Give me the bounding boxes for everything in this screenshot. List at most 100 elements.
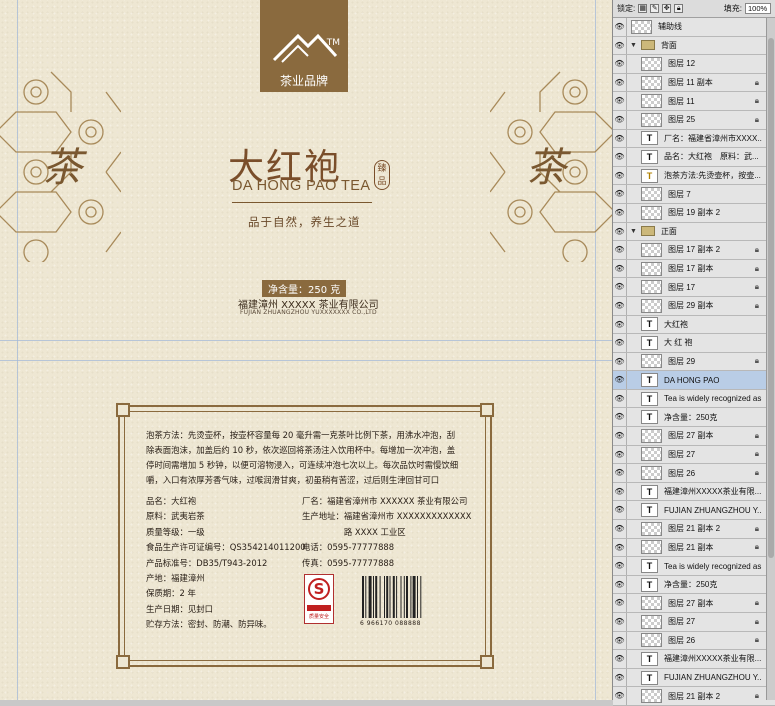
layer-row[interactable]: 👁︎ 图层 17 副本 2 🔒︎ [613, 241, 775, 260]
layer-row[interactable]: 👁︎ 图层 29 🔒︎ [613, 352, 775, 372]
layer-row[interactable]: 👁︎ 图层 26 🔒︎ [613, 464, 775, 483]
expand-arrow-icon[interactable]: ▼ [630, 42, 637, 49]
eye-icon[interactable]: 👁︎ [613, 445, 627, 464]
lock-pixels-icon[interactable]: ✎ [650, 4, 660, 13]
layer-row[interactable]: 👁︎ T Tea is widely recognized as... [613, 389, 775, 409]
lock-icon: 🔒︎ [754, 356, 759, 366]
layer-thumbnail [641, 56, 662, 71]
eye-icon[interactable]: 👁︎ [613, 259, 627, 278]
eye-icon[interactable]: 👁︎ [613, 501, 627, 520]
eye-icon[interactable]: 👁︎ [613, 557, 627, 575]
layer-row[interactable]: 👁︎ T 净含量：250克 [613, 575, 775, 595]
layer-row[interactable]: 👁︎ T FUJIAN ZHUANGZHOU Y... [613, 668, 775, 688]
layer-row[interactable]: 👁︎ 图层 25 🔒︎ [613, 110, 775, 130]
layer-row[interactable]: 👁︎ T 福建漳州XXXXX茶业有限... [613, 482, 775, 502]
eye-icon[interactable]: 👁︎ [613, 166, 627, 185]
text-layer-icon: T [641, 391, 658, 406]
eye-icon[interactable]: 👁︎ [613, 36, 627, 55]
eye-icon[interactable]: 👁︎ [613, 520, 627, 538]
layer-row[interactable]: 👁︎ 图层 11 🔒︎ [613, 92, 775, 111]
layers-scrollbar[interactable] [766, 18, 775, 700]
layer-row[interactable]: 👁︎ T 大红袍 [613, 315, 775, 335]
layer-row[interactable]: 👁︎ ▼ 正面 [613, 222, 775, 242]
scrollbar-thumb[interactable] [768, 38, 774, 558]
eye-icon[interactable]: 👁︎ [613, 631, 627, 650]
info-line: 产品标准号：DB35/T943-2012 [146, 557, 268, 568]
eye-icon[interactable]: 👁︎ [613, 92, 627, 110]
layer-row[interactable]: 👁︎ 图层 17 副本 🔒︎ [613, 259, 775, 279]
eye-icon[interactable]: 👁︎ [613, 427, 627, 445]
eye-icon[interactable]: 👁︎ [613, 575, 627, 594]
lock-icon: 🔒︎ [754, 114, 759, 124]
layer-row[interactable]: 👁︎ 图层 21 副本 🔒︎ [613, 538, 775, 558]
lock-position-icon[interactable]: ✥ [662, 4, 672, 13]
guide-line [0, 360, 612, 361]
eye-icon[interactable]: 👁︎ [613, 73, 627, 92]
text-layer-icon: T [641, 651, 658, 666]
layer-row[interactable]: 👁︎ T 福建漳州XXXXX茶业有限... [613, 650, 775, 669]
eye-icon[interactable]: 👁︎ [613, 408, 627, 427]
eye-icon[interactable]: 👁︎ [613, 18, 627, 36]
lock-transparency-icon[interactable]: ▦ [638, 4, 648, 13]
eye-icon[interactable]: 👁︎ [613, 668, 627, 687]
layer-row[interactable]: 👁︎ 图层 21 副本 2 🔒︎ [613, 520, 775, 539]
eye-icon[interactable]: 👁︎ [613, 352, 627, 371]
layer-row[interactable]: 👁︎ T 厂名：福建省漳州市XXXX... [613, 129, 775, 149]
eye-icon[interactable]: 👁︎ [613, 594, 627, 612]
layer-name: 图层 26 [668, 635, 696, 645]
text-layer-icon: T [641, 559, 658, 574]
eye-icon[interactable]: 👁︎ [613, 55, 627, 73]
eye-icon[interactable]: 👁︎ [613, 222, 627, 241]
design-canvas[interactable]: TM 茶业品牌 茶 茶 大红袍 臻品 DA HONG PAO TEA 品于自然，… [0, 0, 612, 700]
eye-icon[interactable]: 👁︎ [613, 278, 627, 296]
lock-all-icon[interactable]: 🔒︎ [674, 4, 684, 13]
eye-icon[interactable]: 👁︎ [613, 538, 627, 557]
barcode-bar [362, 576, 364, 618]
layer-row[interactable]: 👁︎ 图层 27 🔒︎ [613, 613, 775, 632]
layer-row[interactable]: 👁︎ T FUJIAN ZHUANGZHOU Y... [613, 501, 775, 521]
layer-row[interactable]: 👁︎ 图层 26 🔒︎ [613, 631, 775, 651]
layer-row[interactable]: 👁︎ T Tea is widely recognized as... [613, 557, 775, 576]
eye-icon[interactable]: 👁︎ [613, 241, 627, 259]
layer-row[interactable]: 👁︎ 辅助线 [613, 18, 775, 37]
eye-icon[interactable]: 👁︎ [613, 296, 627, 315]
eye-icon[interactable]: 👁︎ [613, 110, 627, 129]
layer-row[interactable]: 👁︎ T 品名：大红袍 原料：武... [613, 148, 775, 167]
layer-row[interactable]: 👁︎ 图层 27 副本 🔒︎ [613, 594, 775, 613]
layer-row[interactable]: 👁︎ T 大 红 袍 [613, 334, 775, 353]
layer-list: 👁︎ 辅助线 👁︎ ▼ 背面 👁︎ 图层 12 👁︎ 图层 11 副本 🔒︎ 👁︎ 图层 11 🔒︎ 👁︎… [613, 18, 775, 706]
layer-row[interactable]: 👁︎ 图层 17 🔒︎ [613, 278, 775, 297]
lock-icon: 🔒︎ [754, 96, 759, 106]
eye-icon[interactable]: 👁︎ [613, 148, 627, 166]
eye-icon[interactable]: 👁︎ [613, 687, 627, 705]
layer-row[interactable]: 👁︎ 图层 11 副本 🔒︎ [613, 73, 775, 93]
eye-icon[interactable]: 👁︎ [613, 650, 627, 668]
layer-row[interactable]: 👁︎ 图层 21 副本 2 🔒︎ [613, 687, 775, 706]
eye-icon[interactable]: 👁︎ [613, 315, 627, 334]
layer-row[interactable]: 👁︎ 图层 12 [613, 55, 775, 74]
eye-icon[interactable]: 👁︎ [613, 334, 627, 352]
layer-row[interactable]: 👁︎ 图层 7 [613, 185, 775, 204]
layer-row[interactable]: 👁︎ T 泡茶方法:先烫壶杯，按壶... [613, 166, 775, 186]
eye-icon[interactable]: 👁︎ [613, 613, 627, 631]
title-underline [232, 202, 372, 203]
layer-row[interactable]: 👁︎ 图层 27 🔒︎ [613, 445, 775, 465]
net-content-badge: 净含量：250 克 [262, 280, 347, 297]
expand-arrow-icon[interactable]: ▼ [630, 228, 637, 235]
layer-thumbnail [641, 466, 662, 481]
fill-input[interactable]: 100% [745, 3, 771, 14]
layer-row[interactable]: 👁︎ 图层 27 副本 🔒︎ [613, 427, 775, 446]
layer-row[interactable]: 👁︎ 图层 29 副本 🔒︎ [613, 296, 775, 316]
eye-icon[interactable]: 👁︎ [613, 389, 627, 408]
eye-icon[interactable]: 👁︎ [613, 129, 627, 148]
eye-icon[interactable]: 👁︎ [613, 185, 627, 203]
layer-row[interactable]: 👁︎ ▼ 背面 [613, 36, 775, 56]
layer-row[interactable]: 👁︎ T 净含量：250克 [613, 408, 775, 428]
layer-row[interactable]: 👁︎ 图层 19 副本 2 [613, 203, 775, 223]
barcode-bar [396, 576, 398, 618]
eye-icon[interactable]: 👁︎ [613, 371, 627, 389]
layer-row[interactable]: 👁︎ T DA HONG PAO [613, 371, 775, 390]
eye-icon[interactable]: 👁︎ [613, 464, 627, 482]
eye-icon[interactable]: 👁︎ [613, 482, 627, 501]
eye-icon[interactable]: 👁︎ [613, 203, 627, 222]
